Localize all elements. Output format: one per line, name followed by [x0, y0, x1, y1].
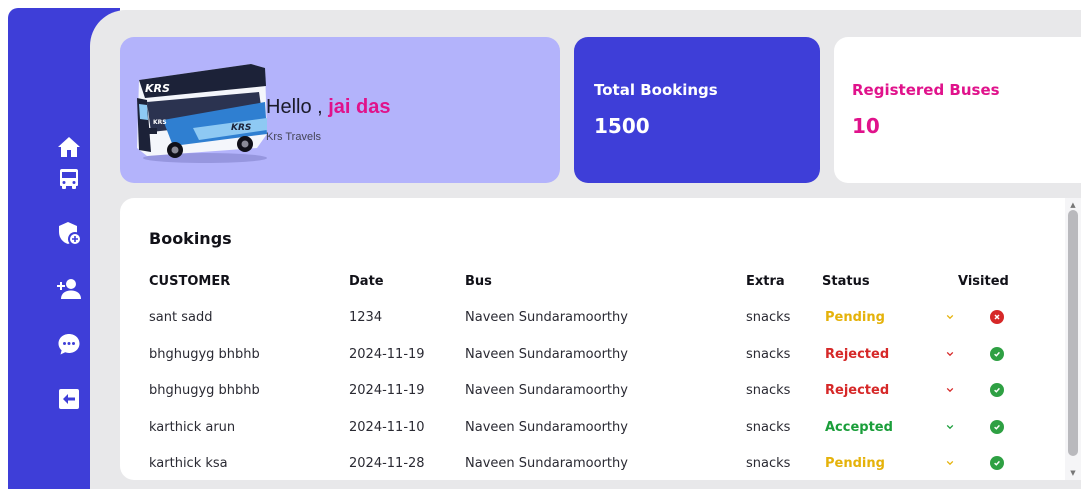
add-user-icon[interactable] — [56, 276, 82, 302]
col-status: Status — [822, 274, 870, 289]
greeting-text: Hello , — [266, 96, 329, 118]
registered-buses-label: Registered Buses — [852, 81, 1000, 99]
visited-check-icon[interactable] — [990, 346, 1004, 361]
cell-bus: Naveen Sundaramoorthy — [465, 419, 628, 435]
col-customer: CUSTOMER — [149, 274, 231, 289]
cell-date: 1234 — [349, 310, 383, 325]
cell-bus: Naveen Sundaramoorthy — [465, 456, 628, 471]
bookings-panel: Bookings CUSTOMER Date Bus Extra Status … — [120, 198, 1081, 480]
total-bookings-label: Total Bookings — [594, 81, 718, 99]
col-bus: Bus — [465, 274, 492, 289]
status-badge: Pending — [825, 456, 885, 471]
cell-customer: bhghugyg bhbhb — [149, 346, 260, 362]
visited-check-icon[interactable] — [990, 456, 1004, 470]
registered-buses-card: Registered Buses 10 — [834, 37, 1081, 183]
status-dropdown-chevron-icon[interactable] — [945, 312, 955, 322]
status-badge: Pending — [825, 310, 885, 325]
table-row: bhghugyg bhbhb 2024-11-19 Naveen Sundaramo… — [120, 336, 1065, 372]
bus-side-logo: KRS — [231, 123, 251, 133]
cell-customer: karthick ksa — [149, 456, 228, 471]
shield-plus-icon[interactable] — [56, 220, 82, 246]
bus-illustration: KRS KRS KRS — [137, 64, 267, 163]
status-dropdown-chevron-icon[interactable] — [945, 349, 955, 359]
cell-bus: Naveen Sundaramoorthy — [465, 310, 628, 325]
scroll-down-arrow[interactable]: ▼ — [1069, 469, 1077, 477]
company-name: Krs Travels — [266, 131, 322, 143]
total-bookings-card: Total Bookings 1500 — [574, 37, 820, 183]
total-bookings-value: 1500 — [594, 114, 650, 138]
registered-buses-value: 10 — [852, 114, 880, 138]
visited-check-icon[interactable] — [990, 419, 1004, 434]
bus-icon[interactable] — [56, 166, 82, 192]
cell-date: 2024-11-28 — [349, 456, 425, 471]
cell-extra: snacks — [746, 419, 791, 435]
table-row: bhghugyg bhbhb 2024-11-19 Naveen Sundaramo… — [120, 372, 1065, 408]
scroll-up-arrow[interactable]: ▲ — [1069, 201, 1077, 209]
cell-extra: snacks — [746, 310, 791, 325]
cell-extra: snacks — [746, 346, 791, 362]
greeting: Hello , jai das — [266, 96, 391, 119]
visited-check-icon[interactable] — [990, 383, 1004, 397]
cell-date: 2024-11-19 — [349, 346, 425, 362]
status-dropdown-chevron-icon[interactable] — [945, 422, 955, 432]
not-visited-x-icon[interactable] — [990, 310, 1004, 324]
user-name: jai das — [328, 96, 391, 118]
status-badge: Rejected — [825, 383, 890, 398]
bus-logo-text: KRS — [145, 82, 170, 95]
cell-bus: Naveen Sundaramoorthy — [465, 346, 628, 362]
cell-extra: snacks — [746, 456, 791, 471]
table-row: sant sadd 1234 Naveen Sundaramoorthy snacks… — [120, 299, 1065, 335]
cell-customer: bhghugyg bhbhb — [149, 383, 260, 398]
cell-bus: Naveen Sundaramoorthy — [465, 383, 628, 398]
scrollbar[interactable]: ▲ ▼ — [1065, 198, 1081, 480]
table-row: karthick ksa 2024-11-28 Naveen Sundaramoor… — [120, 445, 1065, 480]
col-date: Date — [349, 274, 384, 289]
home-icon[interactable] — [56, 134, 82, 160]
cell-extra: snacks — [746, 383, 791, 398]
cell-date: 2024-11-19 — [349, 383, 425, 398]
scroll-thumb[interactable] — [1068, 210, 1078, 456]
bus-front-logo: KRS — [153, 119, 167, 126]
app-root: KRS KRS KRS Hello , jai das Krs Travels … — [0, 0, 1081, 489]
table-row: karthick arun 2024-11-10 Naveen Sundaramoo… — [120, 409, 1065, 445]
cell-date: 2024-11-10 — [349, 419, 425, 435]
cell-customer: karthick arun — [149, 419, 236, 435]
status-dropdown-chevron-icon[interactable] — [945, 458, 955, 468]
logout-icon[interactable] — [56, 386, 82, 412]
chat-icon[interactable] — [56, 331, 82, 357]
status-badge: Rejected — [825, 346, 890, 362]
bookings-title: Bookings — [149, 229, 232, 248]
status-badge: Accepted — [825, 419, 893, 435]
col-extra: Extra — [746, 274, 785, 289]
col-visited: Visited — [958, 274, 1009, 289]
cell-customer: sant sadd — [149, 310, 213, 325]
status-dropdown-chevron-icon[interactable] — [945, 385, 955, 395]
